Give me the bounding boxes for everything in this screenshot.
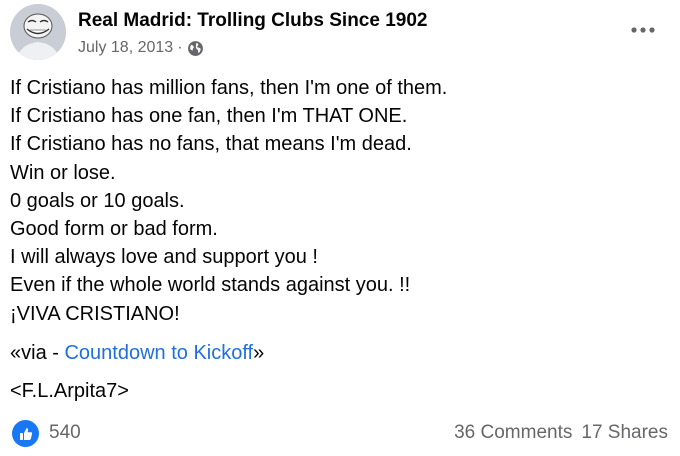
- page-name[interactable]: Real Madrid: Trolling Clubs Since 1902: [78, 10, 427, 32]
- post-line: Even if the whole world stands against y…: [10, 274, 411, 297]
- post-line: If Cristiano has no fans, that means I'm…: [10, 133, 412, 156]
- post-footer: 540 36 Comments 17 Shares: [0, 418, 680, 450]
- post-date[interactable]: July 18, 2013: [78, 39, 173, 57]
- via-credit: «via - Countdown to Kickoff»: [10, 341, 264, 365]
- shares-count[interactable]: 17 Shares: [581, 422, 668, 443]
- more-options-button[interactable]: [628, 20, 658, 40]
- post-header: Real Madrid: Trolling Clubs Since 1902 J…: [0, 0, 680, 70]
- more-horizontal-icon: [631, 27, 655, 33]
- post-meta: July 18, 2013 ·: [78, 38, 204, 58]
- post-line: ¡VIVA CRISTIANO!: [10, 302, 180, 325]
- like-icon[interactable]: [12, 420, 39, 447]
- meta-separator: ·: [177, 39, 183, 56]
- reaction-count[interactable]: 540: [49, 422, 81, 444]
- post-text: If Cristiano has million fans, then I'm …: [10, 74, 670, 328]
- post-line: I will always love and support you !: [10, 246, 318, 269]
- post-line: Good form or bad form.: [10, 217, 218, 240]
- globe-icon[interactable]: [187, 40, 204, 57]
- comments-count[interactable]: 36 Comments: [454, 422, 572, 443]
- troll-face-avatar-icon: [10, 4, 66, 60]
- post-line: If Cristiano has million fans, then I'm …: [10, 77, 448, 99]
- post-line: If Cristiano has one fan, then I'm THAT …: [10, 105, 408, 128]
- page-avatar[interactable]: [10, 4, 66, 60]
- post-stats: 36 Comments 17 Shares: [454, 422, 668, 444]
- admin-signature: <F.L.Arpita7>: [10, 380, 129, 402]
- via-link[interactable]: Countdown to Kickoff: [64, 342, 253, 364]
- via-prefix: «via -: [10, 342, 65, 364]
- post-line: 0 goals or 10 goals.: [10, 189, 185, 212]
- via-suffix: »: [253, 342, 265, 364]
- post-line: Win or lose.: [10, 161, 116, 184]
